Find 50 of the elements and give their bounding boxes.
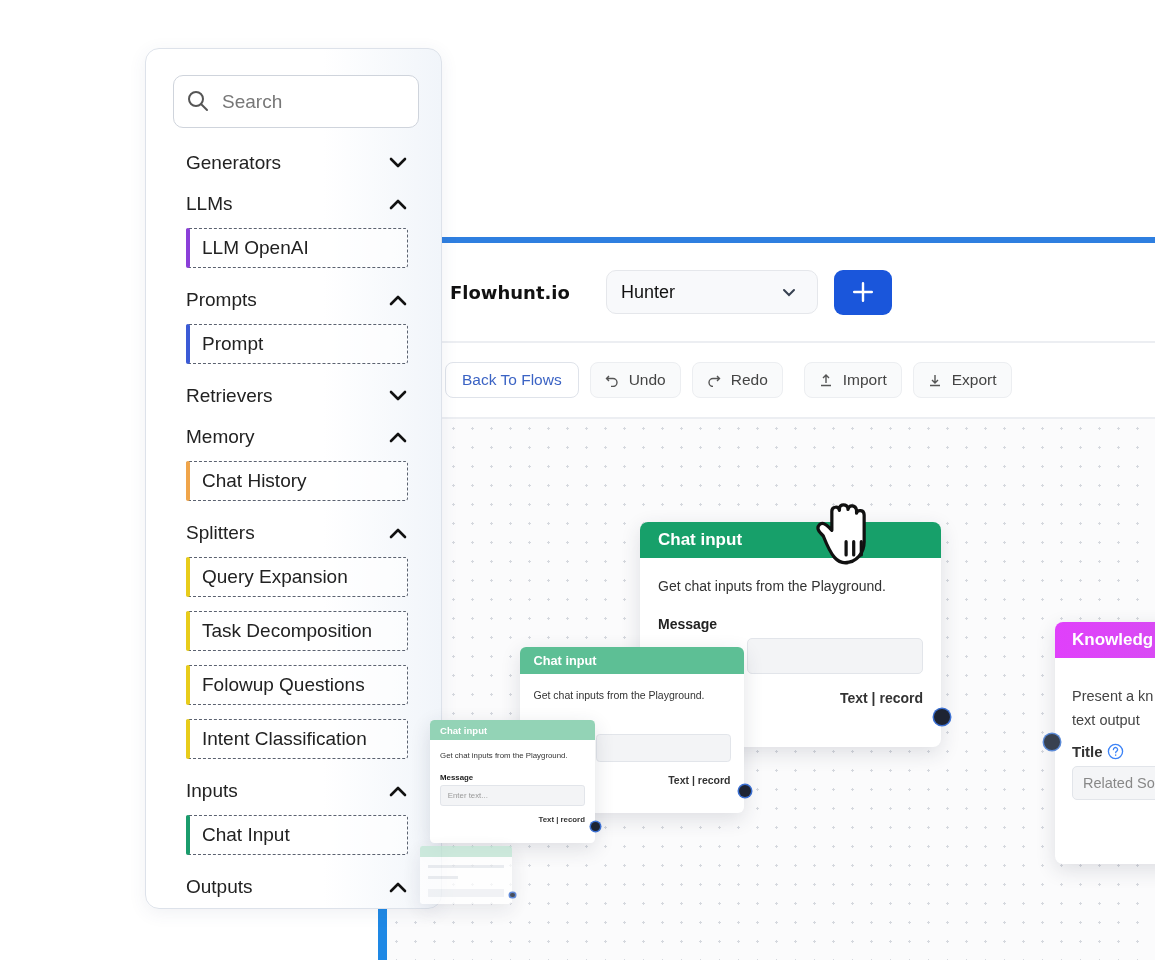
- plus-icon: [851, 281, 874, 303]
- message-field[interactable]: [595, 734, 731, 762]
- upload-icon: [818, 373, 833, 387]
- node-title: Chat input: [658, 530, 743, 550]
- node-title: Chat input: [533, 653, 597, 668]
- message-field[interactable]: [747, 638, 923, 674]
- input-port[interactable]: [1044, 734, 1060, 750]
- category-header[interactable]: Generators: [173, 142, 419, 183]
- knowledge-node[interactable]: Knowledg Present a kn text output Title Related So: [1055, 622, 1155, 864]
- output-label: Text | record: [840, 690, 923, 706]
- palette-item[interactable]: LLM OpenAI: [186, 228, 408, 268]
- category-header[interactable]: Memory: [173, 416, 419, 457]
- node-description: text output: [1072, 711, 1140, 730]
- project-select[interactable]: Hunter: [605, 270, 818, 314]
- output-label: Text | record: [668, 773, 731, 786]
- search-field[interactable]: Search: [173, 75, 419, 128]
- field-label: Title: [1072, 743, 1103, 760]
- node-description: Present a kn: [1072, 687, 1154, 706]
- palette-item[interactable]: Intent Classification: [186, 719, 408, 759]
- category-header[interactable]: Splitters: [173, 512, 419, 553]
- add-button[interactable]: [833, 269, 892, 315]
- brand-name: Flowhunt.io: [450, 281, 570, 303]
- palette-item[interactable]: Folowup Questions: [186, 665, 408, 705]
- palette-item[interactable]: Query Expansion: [186, 557, 408, 597]
- category-header[interactable]: Outputs: [173, 866, 419, 907]
- toolbar-button[interactable]: Undo: [589, 362, 681, 398]
- output-port: [509, 892, 515, 898]
- category-header[interactable]: Inputs: [173, 770, 419, 811]
- output-port[interactable]: [591, 821, 601, 831]
- redo-icon: [706, 373, 721, 387]
- palette-item[interactable]: Task Decomposition: [186, 611, 408, 651]
- undo-icon: [604, 373, 619, 387]
- field-label: Message: [658, 616, 718, 632]
- palette-item[interactable]: Prompt: [186, 324, 408, 364]
- output-port[interactable]: [934, 709, 950, 725]
- node-description: Get chat inputs from the Playground.: [658, 578, 886, 594]
- help-icon[interactable]: [1106, 743, 1124, 760]
- output-port[interactable]: [738, 784, 751, 797]
- node-title: Knowledg: [1072, 630, 1154, 650]
- palette-item[interactable]: Chat History: [186, 461, 408, 501]
- back-link-button[interactable]: Back To Flows: [445, 362, 579, 398]
- download-icon: [927, 373, 942, 387]
- toolbar-button[interactable]: Import: [803, 362, 902, 398]
- node-title: Chat input: [440, 724, 488, 736]
- palette-item[interactable]: Chat Input: [186, 815, 408, 855]
- category-header[interactable]: Retrievers: [173, 375, 419, 416]
- category-header[interactable]: Prompts: [173, 279, 419, 320]
- toolbar-button[interactable]: Redo: [691, 362, 783, 398]
- category-header[interactable]: LLMs: [173, 183, 419, 224]
- toolbar-button[interactable]: Export: [912, 362, 1012, 398]
